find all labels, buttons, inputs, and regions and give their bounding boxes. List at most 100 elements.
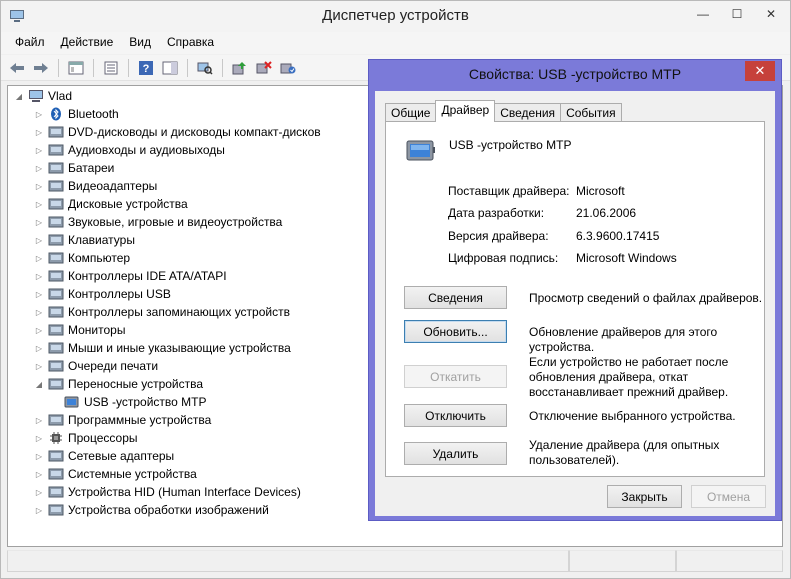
tree-category-item[interactable]: ▷ Клавиатуры — [34, 231, 135, 249]
dialog-close-button[interactable]: ✕ — [745, 61, 775, 81]
scan-hardware-icon[interactable] — [195, 58, 215, 78]
disable-device-desc: Отключение выбранного устройства. — [529, 409, 736, 423]
collapse-arrow-icon[interactable]: ◢ — [34, 380, 44, 389]
expand-arrow-icon[interactable]: ▷ — [34, 110, 44, 119]
tree-category-item[interactable]: ▷ Контроллеры USB — [34, 285, 171, 303]
forward-arrow-icon[interactable] — [31, 58, 51, 78]
tree-item-label: Звуковые, игровые и видеоустройства — [68, 215, 283, 229]
menu-action[interactable]: Действие — [53, 32, 122, 54]
tree-root[interactable]: ◢ Vlad — [14, 87, 72, 105]
storage-controller-icon — [48, 305, 64, 319]
close-dialog-button[interactable]: Закрыть — [607, 485, 682, 508]
tree-category-item[interactable]: ▷ Bluetooth — [34, 105, 119, 123]
uninstall-driver-button[interactable]: Удалить — [404, 442, 507, 465]
hid-icon — [48, 485, 64, 499]
status-cell-main — [7, 550, 569, 572]
tree-item-label: USB -устройство MTP — [84, 395, 207, 409]
dvd-drive-icon — [48, 125, 64, 139]
uninstall-driver-desc: Удаление драйвера (для опытных пользоват… — [529, 438, 720, 467]
sound-icon — [48, 215, 64, 229]
expand-arrow-icon[interactable]: ▷ — [34, 128, 44, 137]
tree-category-item[interactable]: ▷ Программные устройства — [34, 411, 211, 429]
show-hide-console-tree-icon[interactable] — [66, 58, 86, 78]
expand-arrow-icon[interactable]: ▷ — [34, 434, 44, 443]
tree-category-item[interactable]: ▷ Устройства HID (Human Interface Devices… — [34, 483, 301, 501]
monitor-icon — [48, 323, 64, 337]
expand-arrow-icon[interactable]: ▷ — [34, 308, 44, 317]
menu-view[interactable]: Вид — [121, 32, 159, 54]
disable-device-icon[interactable] — [254, 58, 274, 78]
expand-arrow-icon[interactable]: ▷ — [34, 344, 44, 353]
tree-category-item[interactable]: ▷ Видеоадаптеры — [34, 177, 157, 195]
expand-arrow-icon[interactable]: ▷ — [34, 416, 44, 425]
expand-arrow-icon[interactable]: ▷ — [34, 164, 44, 173]
tree-category-item[interactable]: ▷ Сетевые адаптеры — [34, 447, 174, 465]
tree-item-label: Устройства HID (Human Interface Devices) — [68, 485, 301, 499]
expand-arrow-icon[interactable]: ▷ — [34, 254, 44, 263]
collapse-arrow-icon[interactable]: ◢ — [14, 92, 24, 101]
tree-category-item[interactable]: ▷ Аудиовходы и аудиовыходы — [34, 141, 225, 159]
help-icon[interactable]: ? — [136, 58, 156, 78]
maximize-button[interactable]: ☐ — [724, 5, 750, 23]
properties-icon[interactable] — [101, 58, 121, 78]
tab-events[interactable]: События — [560, 103, 622, 122]
tree-category-item[interactable]: ▷ DVD-дисководы и дисководы компакт-диско… — [34, 123, 321, 141]
expand-arrow-icon[interactable]: ▷ — [34, 470, 44, 479]
expand-arrow-icon[interactable]: ▷ — [34, 182, 44, 191]
tree-item-label: Контроллеры USB — [68, 287, 171, 301]
disable-device-button[interactable]: Отключить — [404, 404, 507, 427]
tree-category-item[interactable]: ▷ Процессоры — [34, 429, 138, 447]
tree-item-label: Процессоры — [68, 431, 138, 445]
tree-category-item[interactable]: ▷ Дисковые устройства — [34, 195, 188, 213]
tree-child-item[interactable]: USB -устройство MTP — [50, 393, 207, 411]
back-arrow-icon[interactable] — [7, 58, 27, 78]
enable-device-icon[interactable] — [278, 58, 298, 78]
svg-text:?: ? — [143, 63, 150, 75]
menu-help[interactable]: Справка — [159, 32, 222, 54]
cancel-button[interactable]: Отмена — [691, 485, 766, 508]
action-pane-icon[interactable] — [160, 58, 180, 78]
tab-driver[interactable]: Драйвер — [435, 100, 496, 122]
tree-category-item[interactable]: ▷ Звуковые, игровые и видеоустройства — [34, 213, 282, 231]
update-driver-button[interactable]: Обновить... — [404, 320, 507, 343]
digital-signer-value: Microsoft Windows — [576, 251, 677, 265]
menu-bar: Файл Действие Вид Справка — [1, 32, 790, 54]
expand-arrow-icon[interactable]: ▷ — [34, 362, 44, 371]
tree-item-label: DVD-дисководы и дисководы компакт-дисков — [68, 125, 321, 139]
tree-item-label: Аудиовходы и аудиовыходы — [68, 143, 225, 157]
tree-category-item[interactable]: ◢ Переносные устройства — [34, 375, 203, 393]
tree-category-item[interactable]: ▷ Контроллеры запоминающих устройств — [34, 303, 290, 321]
expand-arrow-icon[interactable]: ▷ — [34, 200, 44, 209]
expand-arrow-icon[interactable]: ▷ — [34, 488, 44, 497]
minimize-button[interactable]: — — [690, 5, 716, 23]
tree-category-item[interactable]: ▷ Мыши и иные указывающие устройства — [34, 339, 291, 357]
expand-arrow-icon[interactable]: ▷ — [34, 218, 44, 227]
expand-arrow-icon[interactable]: ▷ — [34, 506, 44, 515]
expand-arrow-icon[interactable]: ▷ — [34, 146, 44, 155]
battery-icon — [48, 161, 64, 175]
tree-category-item[interactable]: ▷ Контроллеры IDE ATA/ATAPI — [34, 267, 227, 285]
tab-details[interactable]: Сведения — [494, 103, 562, 122]
properties-dialog: Свойства: USB -устройство MTP ✕ Общие Др… — [368, 59, 782, 521]
tree-category-item[interactable]: ▷ Мониторы — [34, 321, 126, 339]
menu-file[interactable]: Файл — [7, 32, 53, 54]
expand-arrow-icon[interactable]: ▷ — [34, 290, 44, 299]
tree-category-item[interactable]: ▷ Компьютер — [34, 249, 130, 267]
tree-item-label: Bluetooth — [68, 107, 119, 121]
tree-category-item[interactable]: ▷ Устройства обработки изображений — [34, 501, 269, 519]
expand-arrow-icon[interactable]: ▷ — [34, 272, 44, 281]
driver-provider-label: Поставщик драйвера: — [448, 184, 570, 198]
tree-category-item[interactable]: ▷ Батареи — [34, 159, 114, 177]
update-driver-icon[interactable] — [230, 58, 250, 78]
tree-category-item[interactable]: ▷ Очереди печати — [34, 357, 158, 375]
tree-category-item[interactable]: ▷ Системные устройства — [34, 465, 197, 483]
tab-general[interactable]: Общие — [385, 103, 437, 122]
system-device-icon — [48, 467, 64, 481]
rollback-driver-button[interactable]: Откатить — [404, 365, 507, 388]
expand-arrow-icon[interactable]: ▷ — [34, 326, 44, 335]
expand-arrow-icon[interactable]: ▷ — [34, 236, 44, 245]
expand-arrow-icon[interactable]: ▷ — [34, 452, 44, 461]
window-title: Диспетчер устройств — [322, 7, 469, 24]
close-button[interactable]: ✕ — [758, 5, 784, 23]
driver-details-button[interactable]: Сведения — [404, 286, 507, 309]
